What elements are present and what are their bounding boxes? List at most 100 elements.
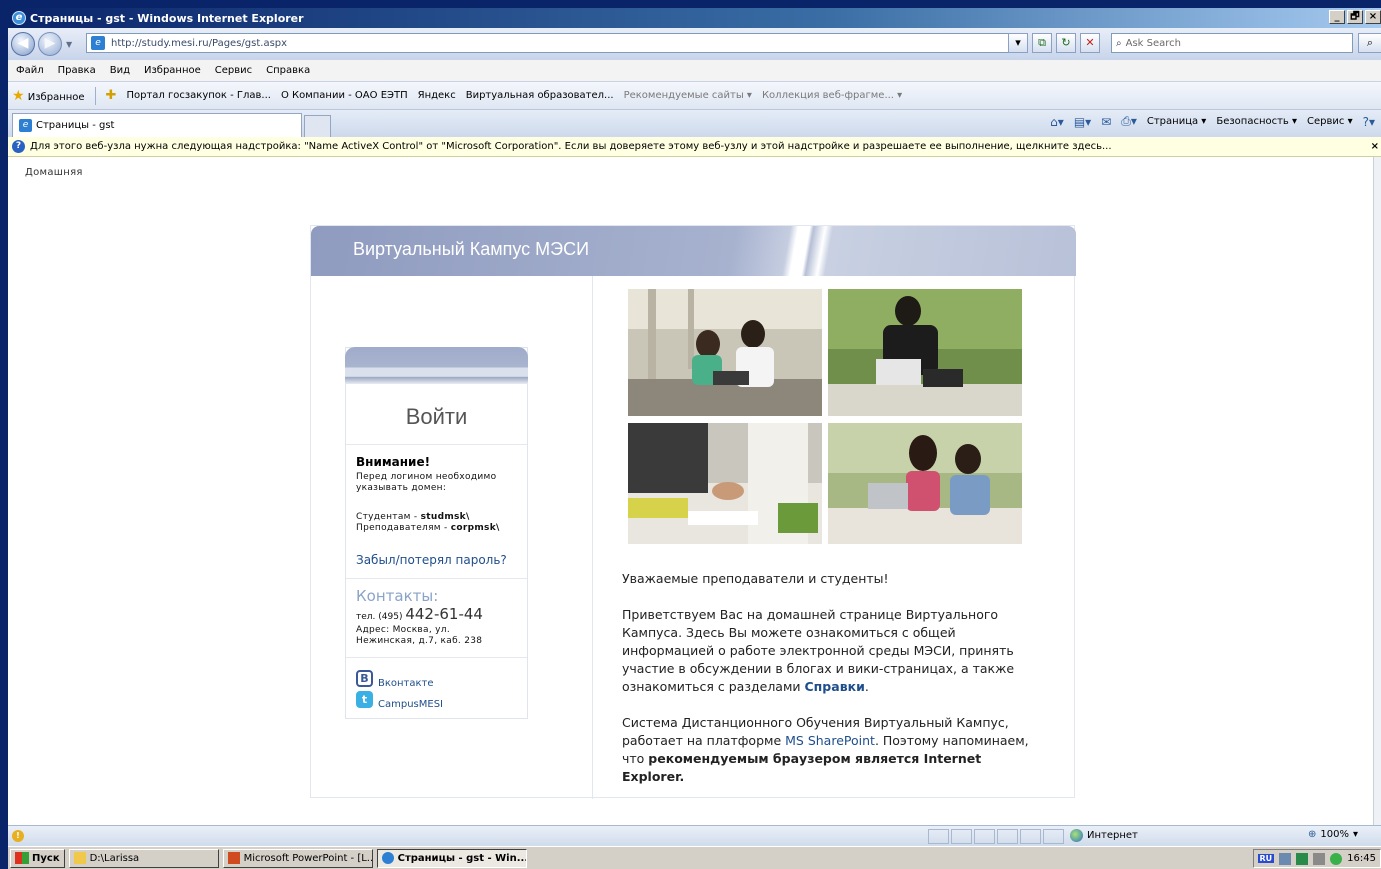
forgot-password-link[interactable]: Забыл/потерял пароль? [356,553,507,567]
fav-item-yandex[interactable]: Яндекс [418,90,456,101]
vk-link[interactable]: B Вконтакте [356,668,434,689]
tray-icon[interactable] [1279,852,1292,865]
compat-view-icon[interactable]: ⧉ [1032,33,1052,53]
social-divider [346,657,527,658]
fav-item-virtual[interactable]: Виртуальная образовател... [466,90,614,101]
address-bar[interactable]: e http://study.mesi.ru/Pages/gst.aspx [86,33,1024,53]
help-link[interactable]: Справки [805,679,865,694]
zoom-icon: ⊕ [1308,829,1317,840]
refresh-icon[interactable]: ↻ [1056,33,1076,53]
start-button[interactable]: Пуск [10,848,65,868]
menu-help[interactable]: Справка [266,65,310,76]
menu-file[interactable]: Файл [16,65,44,76]
contacts-divider [346,578,527,579]
infobar-close-icon[interactable]: × [1371,141,1379,152]
favorites-button[interactable]: ★ Избранное [12,88,85,104]
cmd-page[interactable]: Страница ▾ [1147,116,1206,127]
breadcrumb[interactable]: Домашняя [25,167,83,178]
new-tab-button[interactable] [304,115,331,137]
search-button[interactable]: ⌕ [1358,33,1381,53]
taskbar-item-powerpoint[interactable]: Microsoft PowerPoint - [L... [222,848,373,868]
teachers-prefix: Преподавателям - [356,523,451,533]
status-cell [1020,829,1041,844]
menu-bar: Файл Правка Вид Избранное Сервис Справка [8,60,1381,82]
search-input[interactable]: ⌕ Ask Search [1111,33,1353,53]
phone-prefix: тел. (495) [356,612,406,622]
minimize-button[interactable]: _ [1329,10,1345,24]
twitter-icon: t [356,691,373,708]
taskbar-item-label: D:\Larissa [89,852,140,864]
fav-item-suggested[interactable]: Рекомендуемые сайты ▾ [624,90,752,101]
information-bar[interactable]: ? Для этого веб-узла нужна следующая над… [8,137,1381,157]
window-title-bar[interactable]: e Страницы - gst - Windows Internet Expl… [8,8,1381,28]
login-link[interactable]: Войти [346,404,527,430]
welcome-paragraph-1: Приветствуем Вас на домашней странице Ви… [622,606,1042,696]
taskbar: Пуск D:\Larissa Microsoft PowerPoint - [… [8,846,1381,869]
warning-icon[interactable]: ! [12,830,24,842]
home-icon[interactable]: ⌂▾ [1050,115,1064,129]
cmd-tools[interactable]: Сервис ▾ [1307,116,1353,127]
sharepoint-link[interactable]: MS SharePoint [785,733,875,748]
taskbar-item-folder[interactable]: D:\Larissa [68,848,219,868]
star-icon: ★ [12,87,25,104]
welcome-paragraph-2: Система Дистанционного Обучения Виртуаль… [622,714,1042,786]
phone-number: 442-61-44 [405,605,483,623]
zoom-control[interactable]: ⊕ 100% ▾ [1308,829,1358,840]
menu-favorites[interactable]: Избранное [144,65,201,76]
fav-item-eetp[interactable]: О Компании - ОАО ЕЭТП [281,90,408,101]
feeds-icon[interactable]: ▤▾ [1074,115,1091,129]
security-zone[interactable]: Интернет [1070,829,1138,842]
ie-icon: e [12,11,26,25]
tray-icon[interactable] [1330,852,1343,865]
back-button[interactable]: ◀ [11,32,35,56]
mail-icon[interactable]: ✉ [1101,115,1111,129]
window-controls: _ 🗗 × [1329,10,1381,24]
restore-button[interactable]: 🗗 [1347,10,1363,24]
tab-label: Страницы - gst [36,120,115,131]
page-icon: e [91,36,105,50]
menu-edit[interactable]: Правка [58,65,96,76]
tray-icon[interactable] [1296,852,1309,865]
tab-gst[interactable]: e Страницы - gst [12,113,302,137]
menu-tools[interactable]: Сервис [215,65,252,76]
welcome-greeting: Уважаемые преподаватели и студенты! [622,571,889,586]
favbar-separator [94,86,96,105]
language-indicator[interactable]: RU [1257,854,1275,863]
search-placeholder: Ask Search [1125,37,1181,49]
photo-collage [628,289,1024,544]
welcome-p1-end: . [864,679,869,694]
fav-item-zakupki[interactable]: Портал госзакупок - Глав... [126,90,271,101]
twitter-link[interactable]: t CampusMESI [356,689,443,710]
tray-icon[interactable] [1313,852,1326,865]
add-favorite-icon[interactable]: ✚ [106,88,117,103]
command-bar: ⌂▾ ▤▾ ✉ ⎙▾ Страница ▾ Безопасность ▾ Сер… [1050,114,1375,129]
ie-taskbar-icon [381,852,394,864]
page-content: Домашняя Виртуальный Кампус МЭСИ Войти В… [8,157,1373,825]
twitter-label: CampusMESI [378,699,443,710]
taskbar-item-ie[interactable]: Страницы - gst - Win... [376,848,527,868]
teachers-domain: Преподавателям - corpmsk\ [356,523,500,534]
vertical-scrollbar[interactable] [1373,157,1381,825]
print-icon[interactable]: ⎙▾ [1121,114,1137,129]
windows-logo-icon [15,852,29,864]
forward-button[interactable]: ▶ [38,32,62,56]
address-dropdown-icon[interactable]: ▾ [1008,33,1028,53]
close-window-button[interactable]: × [1365,10,1381,24]
students-domain-value: studmsk\ [420,512,470,522]
history-dropdown-icon[interactable]: ▼ [66,40,72,49]
zone-label: Интернет [1087,830,1138,841]
teachers-domain-value: corpmsk\ [450,523,500,533]
menu-view[interactable]: Вид [110,65,130,76]
phone: тел. (495) 442-61-44 [356,605,483,623]
vk-label: Вконтакте [378,678,434,689]
stop-icon[interactable]: ✕ [1080,33,1100,53]
cmd-safety[interactable]: Безопасность ▾ [1216,116,1297,127]
status-cell [997,829,1018,844]
fav-item-webslices[interactable]: Коллекция веб-фрагме... ▾ [762,90,902,101]
warning-line-1: Перед логином необходимо [356,472,497,482]
column-divider [592,276,593,799]
clock[interactable]: 16:45 [1347,853,1376,864]
tab-page-icon: e [19,119,32,132]
infobar-text: Для этого веб-узла нужна следующая надст… [30,141,1112,152]
help-icon[interactable]: ?▾ [1363,115,1375,129]
